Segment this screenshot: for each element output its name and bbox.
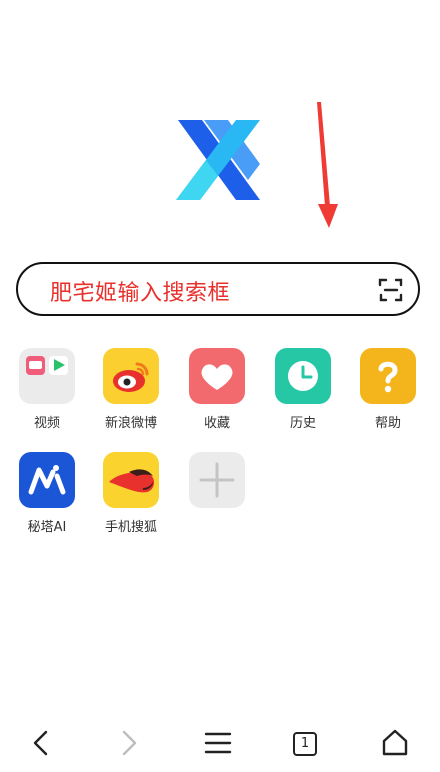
annotation-arrow bbox=[317, 102, 338, 228]
shortcut-history[interactable]: 历史 bbox=[268, 348, 338, 431]
scan-icon[interactable] bbox=[378, 277, 404, 303]
sohu-fox-icon bbox=[103, 452, 159, 508]
back-icon[interactable] bbox=[27, 728, 57, 758]
weibo-icon bbox=[103, 348, 159, 404]
tabs-button[interactable]: 1 bbox=[293, 732, 317, 756]
bottom-nav: 1 bbox=[0, 716, 440, 772]
video-folder-icon bbox=[19, 348, 75, 404]
metaso-icon bbox=[19, 452, 75, 508]
search-bar[interactable]: 肥宅姬输入搜索框 bbox=[16, 262, 420, 316]
menu-icon[interactable] bbox=[203, 728, 233, 758]
add-icon bbox=[189, 452, 245, 508]
add-shortcut-button[interactable] bbox=[182, 452, 252, 508]
search-input[interactable]: 肥宅姬输入搜索框 bbox=[50, 275, 230, 307]
home-icon[interactable] bbox=[380, 728, 410, 758]
browser-logo bbox=[176, 120, 260, 200]
clock-icon bbox=[275, 348, 331, 404]
shortcut-metaso-ai[interactable]: 秘塔AI bbox=[12, 452, 82, 535]
shortcut-weibo[interactable]: 新浪微博 bbox=[96, 348, 166, 431]
question-icon bbox=[360, 348, 416, 404]
shortcut-sohu[interactable]: 手机搜狐 bbox=[96, 452, 166, 535]
shortcut-video[interactable]: 视频 bbox=[12, 348, 82, 431]
shortcut-favorites[interactable]: 收藏 bbox=[182, 348, 252, 431]
heart-icon bbox=[189, 348, 245, 404]
forward-icon[interactable] bbox=[113, 728, 143, 758]
shortcut-help[interactable]: 帮助 bbox=[353, 348, 423, 431]
